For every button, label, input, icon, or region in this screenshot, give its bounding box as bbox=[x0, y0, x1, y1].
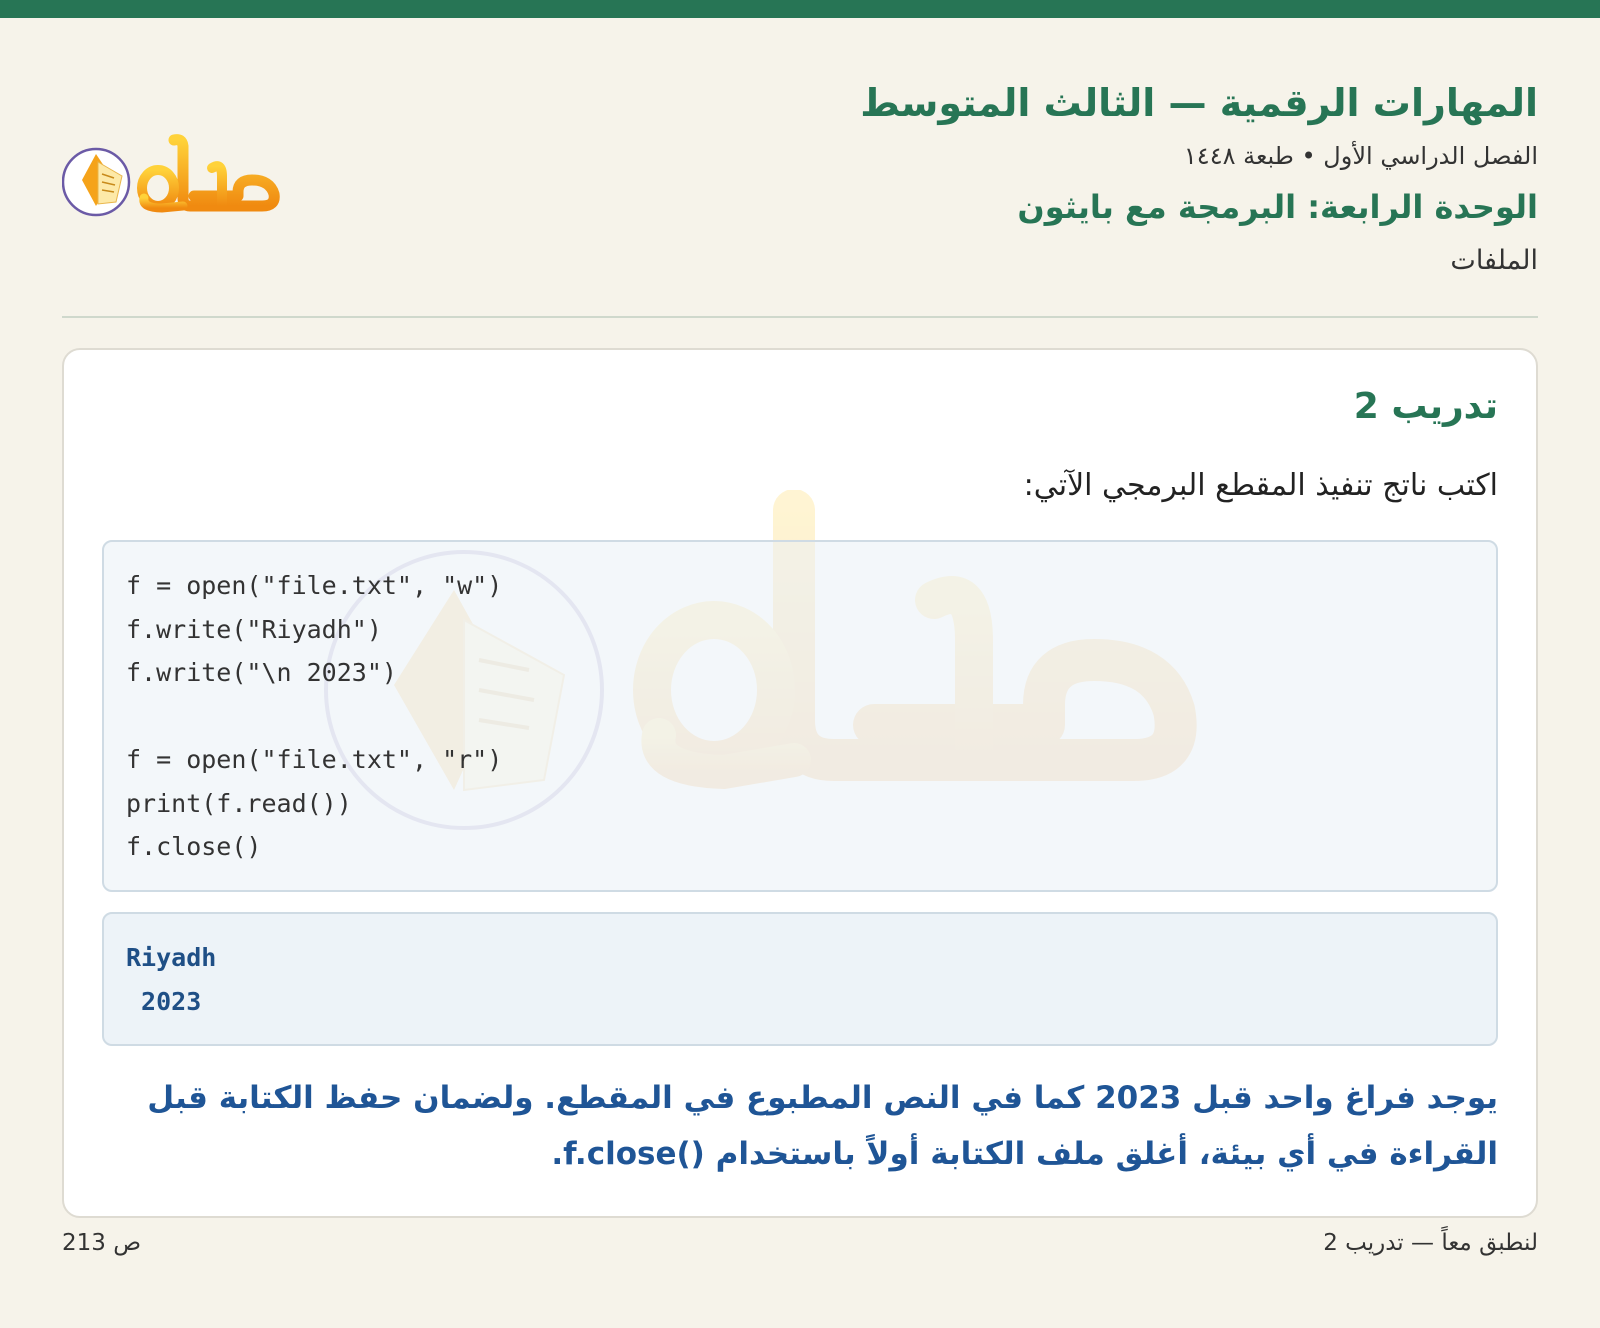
exercise-prompt: اكتب ناتج تنفيذ المقطع البرمجي الآتي: bbox=[1023, 468, 1498, 503]
header-text-block: المهارات الرقمية — الثالث المتوسط الفصل … bbox=[860, 70, 1538, 286]
output-block: Riyadh 2023 bbox=[102, 912, 1498, 1046]
header-divider bbox=[62, 316, 1538, 318]
unit-title: الوحدة الرابعة: البرمجة مع بايثون bbox=[1017, 188, 1538, 226]
subject-title: المهارات الرقمية — الثالث المتوسط bbox=[860, 81, 1538, 125]
answer-explanation: يوجد فراغ واحد قبل 2023 كما في النص المط… bbox=[147, 1080, 1498, 1172]
exercise-title: تدريب 2 bbox=[1353, 386, 1498, 427]
code-line: print(f.read()) bbox=[126, 788, 352, 818]
code-line: f.close() bbox=[126, 832, 262, 861]
hulul-logo bbox=[62, 134, 280, 217]
code-line: f.write("Riyadh") bbox=[126, 614, 382, 644]
lesson-name: الملفات bbox=[1450, 245, 1538, 276]
exercise-card: تدريب 2 اكتب ناتج تنفيذ المقطع البرمجي ا… bbox=[62, 348, 1538, 1218]
page-header: المهارات الرقمية — الثالث المتوسط الفصل … bbox=[62, 70, 1538, 320]
code-block: f = open("file.txt", "w") f.write("Riyad… bbox=[102, 540, 1498, 892]
footer-context: لنطبق معاً — تدريب 2 bbox=[1323, 1230, 1538, 1256]
code-line: f.write("\n 2023") bbox=[126, 658, 397, 687]
code-line: f = open("file.txt", "r") bbox=[126, 745, 503, 774]
code-line: f = open("file.txt", "w") bbox=[126, 571, 503, 600]
page-number: ص 213 bbox=[62, 1230, 142, 1256]
top-accent-bar bbox=[0, 0, 1600, 18]
output-line: Riyadh bbox=[126, 943, 217, 972]
term-edition-line: الفصل الدراسي الأول • طبعة ١٤٤٨ bbox=[1183, 142, 1538, 170]
output-line: 2023 bbox=[126, 986, 202, 1016]
